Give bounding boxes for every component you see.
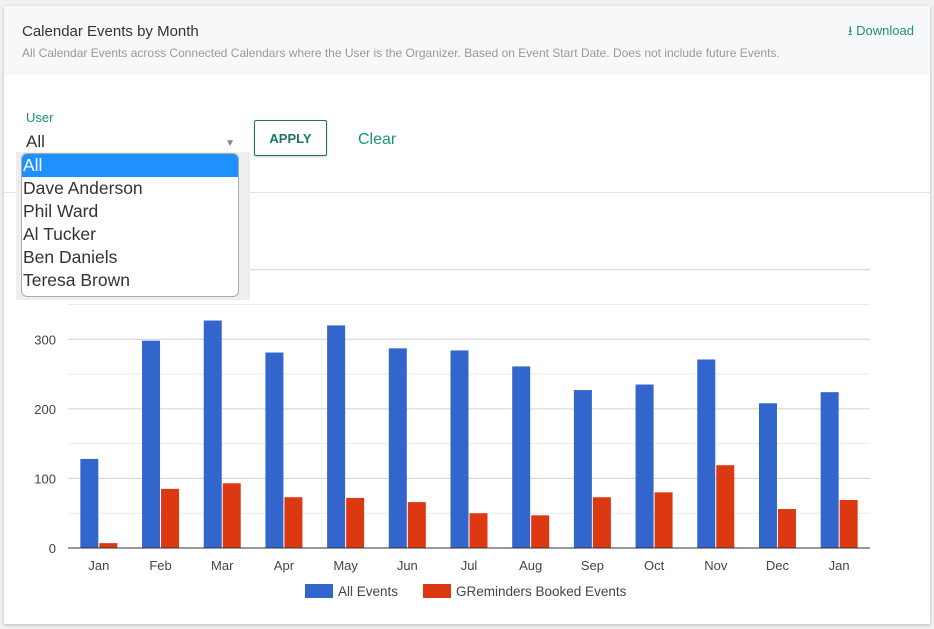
y-tick-label: 100 bbox=[34, 471, 56, 486]
booked-events-bar bbox=[592, 497, 611, 548]
all-events-bar bbox=[203, 320, 222, 548]
all-events-bar bbox=[450, 350, 469, 548]
x-tick-label: Jul bbox=[461, 558, 478, 573]
booked-events-bar bbox=[346, 497, 365, 548]
all-events-bar bbox=[142, 340, 161, 548]
y-tick-label: 300 bbox=[34, 332, 56, 347]
x-tick-label: Feb bbox=[149, 558, 171, 573]
booked-events-bar bbox=[839, 499, 858, 548]
x-tick-label: Sep bbox=[581, 558, 604, 573]
user-dropdown: All Dave Anderson Phil Ward Al Tucker Ben Da… bbox=[16, 152, 250, 300]
x-tick-label: Mar bbox=[211, 558, 234, 573]
all-events-bar bbox=[327, 325, 346, 548]
x-tick-label: May bbox=[333, 558, 358, 573]
user-option[interactable]: All bbox=[22, 154, 238, 177]
all-events-bar bbox=[635, 384, 654, 548]
x-tick-label: Jan bbox=[88, 558, 109, 573]
all-events-bar bbox=[80, 458, 99, 548]
bar-chart: 0100200300400JanFebMarAprMayJunJulAugSep… bbox=[34, 263, 870, 599]
y-tick-label: 200 bbox=[34, 402, 56, 417]
booked-events-bar bbox=[284, 497, 303, 548]
all-events-bar bbox=[573, 390, 592, 548]
booked-events-bar bbox=[469, 513, 488, 548]
legend-swatch bbox=[305, 584, 333, 598]
x-tick-label: Nov bbox=[704, 558, 728, 573]
x-tick-label: Aug bbox=[519, 558, 542, 573]
all-events-bar bbox=[758, 403, 777, 548]
x-tick-label: Jun bbox=[397, 558, 418, 573]
all-events-bar bbox=[265, 352, 284, 548]
legend-label: GReminders Booked Events bbox=[456, 584, 627, 599]
y-tick-label: 0 bbox=[49, 541, 56, 556]
user-option[interactable]: Phil Ward bbox=[22, 200, 238, 223]
all-events-bar bbox=[512, 366, 531, 548]
x-tick-label: Oct bbox=[644, 558, 665, 573]
booked-events-bar bbox=[161, 488, 180, 548]
all-events-bar bbox=[697, 359, 716, 548]
booked-events-bar bbox=[777, 509, 796, 548]
user-option[interactable]: Al Tucker bbox=[22, 223, 238, 246]
user-options-list: All Dave Anderson Phil Ward Al Tucker Ben Da… bbox=[21, 153, 239, 297]
booked-events-bar bbox=[531, 515, 550, 548]
all-events-bar bbox=[388, 348, 407, 548]
booked-events-bar bbox=[716, 465, 735, 548]
all-events-bar bbox=[820, 392, 839, 548]
legend-swatch bbox=[423, 584, 451, 598]
legend-label: All Events bbox=[338, 584, 398, 599]
user-option[interactable]: Ben Daniels bbox=[22, 246, 238, 269]
x-tick-label: Apr bbox=[274, 558, 295, 573]
booked-events-bar bbox=[407, 502, 426, 548]
booked-events-bar bbox=[654, 492, 673, 548]
user-option[interactable]: Dave Anderson bbox=[22, 177, 238, 200]
booked-events-bar bbox=[99, 543, 118, 548]
booked-events-bar bbox=[222, 483, 241, 548]
x-tick-label: Dec bbox=[766, 558, 790, 573]
x-tick-label: Jan bbox=[829, 558, 850, 573]
user-option[interactable]: Teresa Brown bbox=[22, 269, 238, 292]
